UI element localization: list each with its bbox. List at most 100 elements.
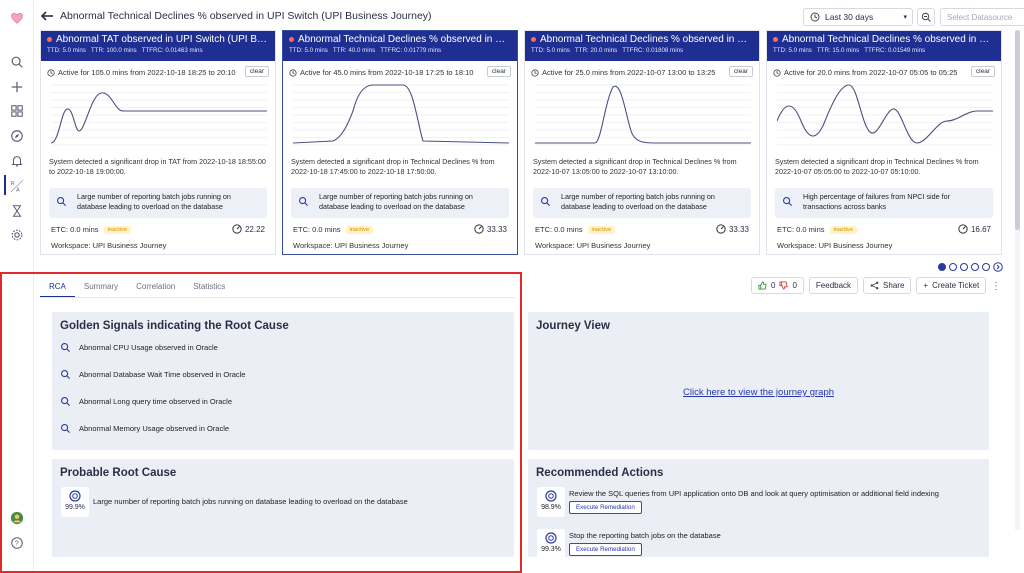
magnifier-icon (61, 397, 71, 407)
search-icon[interactable] (9, 54, 25, 70)
ttr-value: TTR: 40.0 mins (332, 47, 376, 54)
pager-dot[interactable] (960, 263, 968, 271)
status-badge: inactive (103, 225, 132, 234)
rca-icon[interactable]: RA (9, 178, 25, 194)
bell-icon[interactable] (9, 153, 25, 169)
card-metrics: TTD: 5.0 mins TTR: 20.0 mins TTFRC: 0.01… (531, 47, 753, 54)
pager-dot[interactable] (971, 263, 979, 271)
action-bar: 0 0 Feedback Share + Create Ticket (751, 277, 987, 294)
alert-card[interactable]: Abnormal Technical Declines % observed i… (524, 30, 760, 255)
zoom-out-icon (921, 12, 931, 22)
alert-card[interactable]: Abnormal Technical Declines % observed i… (282, 30, 518, 255)
reason-box[interactable]: Large number of reporting batch jobs run… (533, 188, 751, 218)
pager-dot[interactable] (938, 263, 946, 271)
alert-card[interactable]: Abnormal Technical Declines % observed i… (766, 30, 1002, 255)
detection-text: System detected a significant drop in Te… (533, 157, 737, 176)
create-ticket-button[interactable]: + Create Ticket (916, 277, 987, 294)
plus-icon[interactable] (9, 79, 25, 95)
probable-root-cause-heading: Probable Root Cause (60, 467, 177, 479)
back-arrow-icon[interactable] (40, 9, 54, 23)
journey-graph-link[interactable]: Click here to view the journey graph (683, 387, 834, 398)
gear-icon[interactable] (9, 227, 25, 243)
golden-signal-item[interactable]: Abnormal Database Wait Time observed in … (60, 369, 245, 380)
card-title-text: Abnormal TAT observed in UPI Switch (UPI… (56, 34, 269, 45)
card-header: Abnormal Technical Declines % observed i… (767, 31, 1001, 61)
clear-button[interactable]: clear (970, 66, 995, 77)
active-duration-text: Active for 25.0 mins from 2022-10-07 13:… (542, 68, 716, 77)
etc-value: ETC: 0.0 mins (51, 225, 99, 234)
execute-remediation-button[interactable]: Execute Remediation (569, 501, 642, 514)
sparkline-chart (51, 84, 267, 146)
time-range-dropdown[interactable]: Last 30 days ▾ (803, 8, 913, 26)
clear-button[interactable]: clear (486, 66, 511, 77)
etc-row: ETC: 0.0 mins inactive (777, 225, 858, 234)
chevron-down-icon: ▾ (903, 14, 907, 21)
avatar-icon[interactable] (9, 510, 25, 526)
sparkline (777, 84, 993, 144)
magnifier-icon (299, 197, 309, 207)
magnifier-icon (61, 343, 71, 353)
tabs-divider (40, 297, 515, 298)
reason-box[interactable]: High percentage of failures from NPCI si… (775, 188, 993, 218)
sparkline-chart (535, 84, 751, 146)
svg-text:A: A (16, 187, 20, 193)
golden-signal-item[interactable]: Abnormal Memory Usage observed in Oracle (60, 423, 229, 434)
score: 33.33 (716, 224, 749, 234)
pager-dot[interactable] (982, 263, 990, 271)
tab-summary[interactable]: Summary (75, 278, 127, 298)
execute-remediation-button[interactable]: Execute Remediation (569, 543, 642, 556)
active-duration-text: Active for 20.0 mins from 2022-10-07 05:… (784, 68, 958, 77)
compass-icon[interactable] (9, 128, 25, 144)
ttfrc-value: TTFRC: 0.01463 mins (141, 47, 203, 54)
ttd-value: TTD: 5.0 mins (289, 47, 328, 54)
confidence-badge: 99.9% (61, 487, 89, 517)
pager-dot[interactable] (949, 263, 957, 271)
datasource-select[interactable]: Select Datasource ▾ (940, 8, 1024, 26)
workspace-value: UPI Business Journey (818, 241, 893, 250)
plus-icon: + (923, 281, 929, 290)
next-arrow-icon[interactable] (993, 262, 1003, 272)
golden-signal-label: Abnormal Memory Usage observed in Oracle (79, 424, 230, 433)
detection-text: System detected a significant drop in Te… (291, 157, 495, 176)
status-badge: inactive (587, 225, 616, 234)
card-header: Abnormal Technical Declines % observed i… (525, 31, 759, 61)
zoom-out-button[interactable] (917, 8, 935, 26)
scrollbar[interactable] (1015, 30, 1020, 530)
journey-view-panel: Journey View Click here to view the jour… (528, 312, 989, 450)
tab-correlation[interactable]: Correlation (127, 278, 184, 298)
etc-row: ETC: 0.0 mins inactive (293, 225, 374, 234)
vote-button[interactable]: 0 0 (751, 277, 804, 294)
recommended-actions-panel: Recommended Actions 98.9% Review the SQL… (528, 459, 989, 559)
golden-signal-item[interactable]: Abnormal CPU Usage observed in Oracle (60, 342, 218, 353)
active-duration-text: Active for 105.0 mins from 2022-10-18 18… (58, 68, 236, 77)
alert-card[interactable]: Abnormal TAT observed in UPI Switch (UPI… (40, 30, 276, 255)
score-value: 22.22 (244, 224, 265, 234)
golden-signal-item[interactable]: Abnormal Long query time observed in Ora… (60, 396, 232, 407)
tab-rca[interactable]: RCA (40, 278, 75, 298)
magnifier-icon (61, 370, 71, 380)
gauge-icon (232, 224, 242, 234)
reason-box[interactable]: Large number of reporting batch jobs run… (291, 188, 509, 218)
dashboard-icon[interactable] (9, 103, 25, 119)
time-range-label: Last 30 days (825, 12, 874, 22)
clear-button[interactable]: clear (728, 66, 753, 77)
workspace-row: Workspace: UPI Business Journey (535, 241, 650, 250)
more-options-icon[interactable]: ⋮ (991, 281, 1001, 292)
logo-icon[interactable] (9, 10, 25, 26)
score: 16.67 (958, 224, 991, 234)
tab-statistics[interactable]: Statistics (184, 278, 234, 298)
golden-signal-label: Abnormal Long query time observed in Ora… (79, 397, 232, 406)
feedback-button[interactable]: Feedback (808, 277, 859, 294)
clear-button[interactable]: clear (244, 66, 269, 77)
share-button[interactable]: Share (863, 277, 912, 294)
hourglass-icon[interactable] (9, 203, 25, 219)
reason-text: Large number of reporting batch jobs run… (561, 192, 715, 211)
reason-box[interactable]: Large number of reporting batch jobs run… (49, 188, 267, 218)
workspace-label: Workspace: (535, 241, 575, 250)
active-duration-text: Active for 45.0 mins from 2022-10-18 17:… (300, 68, 474, 77)
card-metrics: TTD: 5.0 mins TTR: 100.0 mins TTFRC: 0.0… (47, 47, 269, 54)
workspace-label: Workspace: (51, 241, 91, 250)
help-icon[interactable]: ? (9, 535, 25, 551)
gauge-icon (716, 224, 726, 234)
ttr-value: TTR: 100.0 mins (90, 47, 137, 54)
